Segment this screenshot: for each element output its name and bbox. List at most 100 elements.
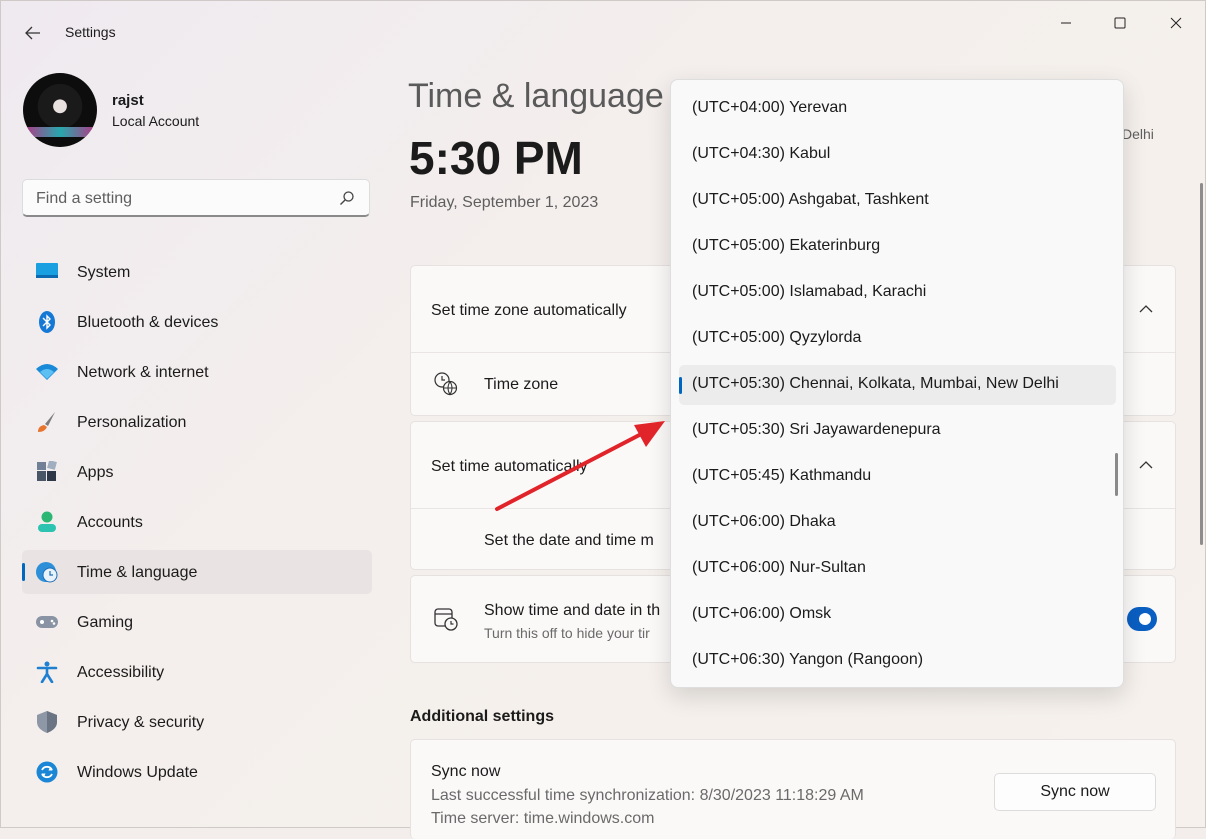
minimize-button[interactable] [1043, 9, 1089, 37]
sidebar-item-privacy[interactable]: Privacy & security [22, 700, 372, 744]
timezone-option-label: (UTC+05:00) Ekaterinburg [692, 237, 881, 254]
sidebar-item-accounts[interactable]: Accounts [22, 500, 372, 544]
sidebar-item-label: Network & internet [77, 364, 209, 381]
sidebar-item-label: System [77, 264, 131, 281]
back-button[interactable] [19, 21, 47, 45]
timezone-option-label: (UTC+06:00) Dhaka [692, 513, 836, 530]
sidebar-item-network[interactable]: Network & internet [22, 350, 372, 394]
close-icon [1170, 17, 1182, 29]
sidebar-item-label: Apps [77, 464, 114, 481]
timezone-option-label: (UTC+04:00) Yerevan [692, 99, 848, 116]
timezone-option[interactable]: (UTC+04:30) Kabul [679, 135, 1116, 175]
timezone-option-label: (UTC+06:00) Omsk [692, 605, 832, 622]
timezone-option[interactable]: (UTC+04:00) Yerevan [679, 89, 1116, 129]
globe-clock-icon [36, 562, 58, 583]
timezone-option[interactable]: (UTC+05:45) Kathmandu [679, 457, 1116, 497]
sidebar-item-system[interactable]: System [22, 250, 372, 294]
sidebar-item-label: Windows Update [77, 764, 198, 781]
sidebar-item-personalization[interactable]: Personalization [22, 400, 372, 444]
sync-title: Sync now [431, 763, 501, 780]
app-title: Settings [65, 24, 116, 40]
timezone-hint: Delhi [1122, 126, 1154, 142]
account-type: Local Account [112, 113, 200, 129]
sidebar-item-accessibility[interactable]: Accessibility [22, 650, 372, 694]
dropdown-scrollbar[interactable] [1115, 453, 1118, 496]
active-indicator [22, 563, 25, 581]
set-time-auto-label: Set time automatically [431, 458, 588, 475]
minimize-icon [1061, 22, 1071, 24]
timezone-option-label: (UTC+05:30) Sri Jayawardenepura [692, 421, 941, 438]
system-icon [36, 263, 58, 278]
selected-indicator [679, 377, 682, 394]
wifi-icon [36, 364, 58, 380]
sync-now-button[interactable]: Sync now [994, 773, 1156, 811]
set-timezone-auto-label: Set time zone automatically [431, 302, 627, 319]
chevron-up-icon[interactable] [1138, 304, 1154, 314]
timezone-option[interactable]: (UTC+05:00) Ekaterinburg [679, 227, 1116, 267]
globe-clock-icon [434, 372, 458, 396]
additional-settings-heading: Additional settings [410, 708, 554, 725]
sidebar-item-gaming[interactable]: Gaming [22, 600, 372, 644]
brush-icon [38, 412, 55, 432]
update-icon [36, 761, 58, 783]
user-name: rajst [112, 92, 144, 109]
search-input[interactable]: Find a setting [36, 190, 132, 208]
back-arrow-icon [25, 26, 40, 40]
timezone-option-label: (UTC+05:00) Ashgabat, Tashkent [692, 191, 929, 208]
show-time-subtitle: Turn this off to hide your tir [484, 625, 650, 641]
sidebar-item-windows-update[interactable]: Windows Update [22, 750, 372, 794]
close-button[interactable] [1153, 9, 1199, 37]
sidebar-item-label: Bluetooth & devices [77, 314, 219, 331]
shield-icon [37, 711, 57, 733]
apps-icon [37, 461, 57, 481]
sidebar-item-label: Accounts [77, 514, 143, 531]
timezone-option[interactable]: (UTC+06:00) Omsk [679, 595, 1116, 635]
timezone-option-selected[interactable]: (UTC+05:30) Chennai, Kolkata, Mumbai, Ne… [679, 365, 1116, 405]
sidebar-item-apps[interactable]: Apps [22, 450, 372, 494]
maximize-icon [1114, 17, 1126, 29]
timezone-option[interactable]: (UTC+06:00) Nur-Sultan [679, 549, 1116, 589]
bluetooth-icon [39, 311, 55, 333]
sidebar-item-label: Accessibility [77, 664, 165, 681]
page-title: Time & language [408, 77, 664, 115]
timezone-option[interactable]: (UTC+05:00) Islamabad, Karachi [679, 273, 1116, 313]
search-box[interactable]: Find a setting [22, 179, 370, 217]
timezone-option[interactable]: (UTC+05:30) Sri Jayawardenepura [679, 411, 1116, 451]
timezone-option-label: (UTC+05:45) Kathmandu [692, 467, 872, 484]
person-icon [38, 511, 56, 532]
time-server-text: Time server: time.windows.com [431, 810, 655, 827]
current-date: Friday, September 1, 2023 [410, 194, 599, 211]
sidebar-item-time-language[interactable]: Time & language [22, 550, 372, 594]
calendar-clock-icon [434, 608, 458, 631]
timezone-option[interactable]: (UTC+05:00) Qyzylorda [679, 319, 1116, 359]
maximize-button[interactable] [1097, 9, 1143, 37]
timezone-option-label: (UTC+05:30) Chennai, Kolkata, Mumbai, Ne… [692, 375, 1059, 392]
timezone-option[interactable]: (UTC+05:00) Ashgabat, Tashkent [679, 181, 1116, 221]
timezone-label: Time zone [484, 376, 559, 393]
timezone-option-label: (UTC+06:00) Nur-Sultan [692, 559, 866, 576]
chevron-up-icon[interactable] [1138, 460, 1154, 470]
timezone-option-label: (UTC+06:30) Yangon (Rangoon) [692, 651, 924, 668]
last-sync-text: Last successful time synchronization: 8/… [431, 787, 864, 804]
timezone-option-label: (UTC+05:00) Islamabad, Karachi [692, 283, 927, 300]
show-time-toggle[interactable] [1127, 607, 1157, 631]
settings-window: Settings rajst Local Account Find a sett… [0, 0, 1206, 839]
timezone-option-label: (UTC+05:00) Qyzylorda [692, 329, 862, 346]
current-time: 5:30 PM [409, 132, 583, 184]
avatar[interactable] [23, 73, 97, 147]
sidebar-item-label: Time & language [77, 564, 198, 581]
gamepad-icon [36, 616, 58, 628]
accessibility-icon [36, 661, 58, 683]
sidebar-item-label: Gaming [77, 614, 134, 631]
sidebar-item-bluetooth[interactable]: Bluetooth & devices [22, 300, 372, 344]
search-icon[interactable] [339, 190, 355, 206]
timezone-option-label: (UTC+04:30) Kabul [692, 145, 831, 162]
title-bar: Settings [1, 1, 1205, 63]
timezone-option[interactable]: (UTC+06:00) Dhaka [679, 503, 1116, 543]
set-date-time-manually-label: Set the date and time m [484, 532, 654, 549]
timezone-dropdown[interactable]: (UTC+04:00) Yerevan (UTC+04:30) Kabul (U… [670, 79, 1124, 688]
show-time-title: Show time and date in th [484, 602, 661, 619]
timezone-option[interactable]: (UTC+06:30) Yangon (Rangoon) [679, 641, 1116, 681]
sidebar-item-label: Privacy & security [77, 714, 205, 731]
page-scrollbar[interactable] [1200, 183, 1203, 545]
